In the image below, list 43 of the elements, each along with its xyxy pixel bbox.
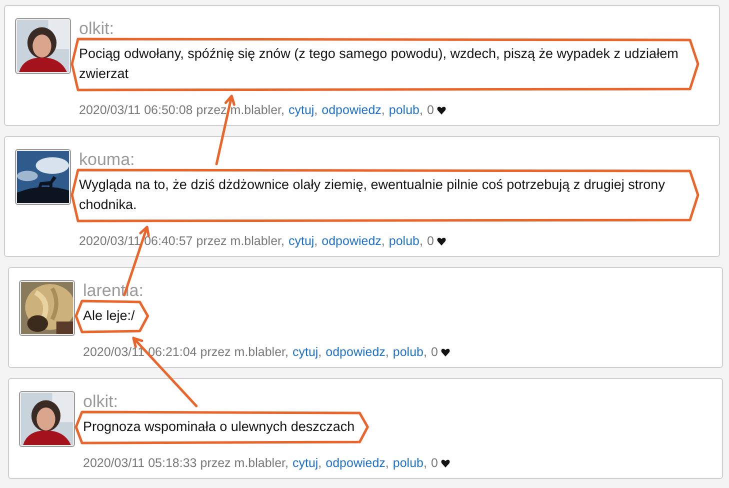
action-link[interactable]: odpowiedz (326, 345, 386, 359)
action-link[interactable]: cytuj (288, 103, 314, 117)
separator: , (424, 456, 427, 470)
separator: , (314, 234, 318, 248)
like-count: 0 (426, 103, 434, 117)
timestamp: 2020/03/11 05:18:33 przez m.blabler, (83, 456, 288, 470)
separator: , (381, 103, 385, 117)
action-link[interactable]: cytuj (288, 234, 314, 248)
separator: , (385, 456, 389, 470)
comment-text: Wygląda na to, że dziś dżdżownice olały ziemię, ewentualnie pilnie coś potrzebują z drugiej strony chodnika. (79, 176, 666, 214)
username: kouma: (79, 151, 135, 169)
like-count: 0 (426, 234, 434, 248)
comment-text: Prognoza wspominała o ulewnych deszczach (83, 418, 355, 436)
separator: , (381, 234, 385, 248)
heart-icon[interactable] (436, 236, 446, 246)
action-link[interactable]: cytuj (292, 456, 318, 470)
username: olkit: (83, 393, 118, 411)
separator: , (314, 103, 318, 117)
action-link[interactable]: cytuj (292, 345, 318, 359)
heart-icon[interactable] (440, 458, 450, 468)
separator: , (385, 345, 389, 359)
comment-text: Ale leje:/ (83, 307, 135, 325)
action-link[interactable]: polub (392, 456, 424, 470)
heart-icon[interactable] (440, 348, 450, 356)
action-link[interactable]: polub (392, 345, 424, 359)
like-count: 0 (430, 345, 438, 359)
like-count: 0 (430, 456, 438, 470)
separator: , (318, 456, 322, 470)
username: olkit: (79, 20, 114, 38)
timestamp: 2020/03/11 06:50:08 przez m.blabler, (79, 103, 284, 117)
action-link[interactable]: odpowiedz (322, 103, 382, 117)
heart-icon[interactable] (436, 106, 446, 114)
separator: , (420, 103, 423, 117)
action-link[interactable]: odpowiedz (326, 456, 386, 470)
separator: , (424, 345, 427, 359)
timestamp: 2020/03/11 06:21:04 przez m.blabler, (83, 345, 288, 359)
separator: , (318, 345, 322, 359)
action-link[interactable]: polub (388, 103, 420, 117)
separator: , (420, 234, 423, 248)
action-link[interactable]: odpowiedz (322, 234, 382, 248)
comment-text: Pociąg odwołany, spóźnię się znów (z tego samego powodu), wzdech, piszą że wypadek z udziałem zwierzat (79, 45, 680, 83)
action-link[interactable]: polub (388, 234, 420, 248)
timestamp: 2020/03/11 06:40:57 przez m.blabler, (79, 234, 284, 248)
